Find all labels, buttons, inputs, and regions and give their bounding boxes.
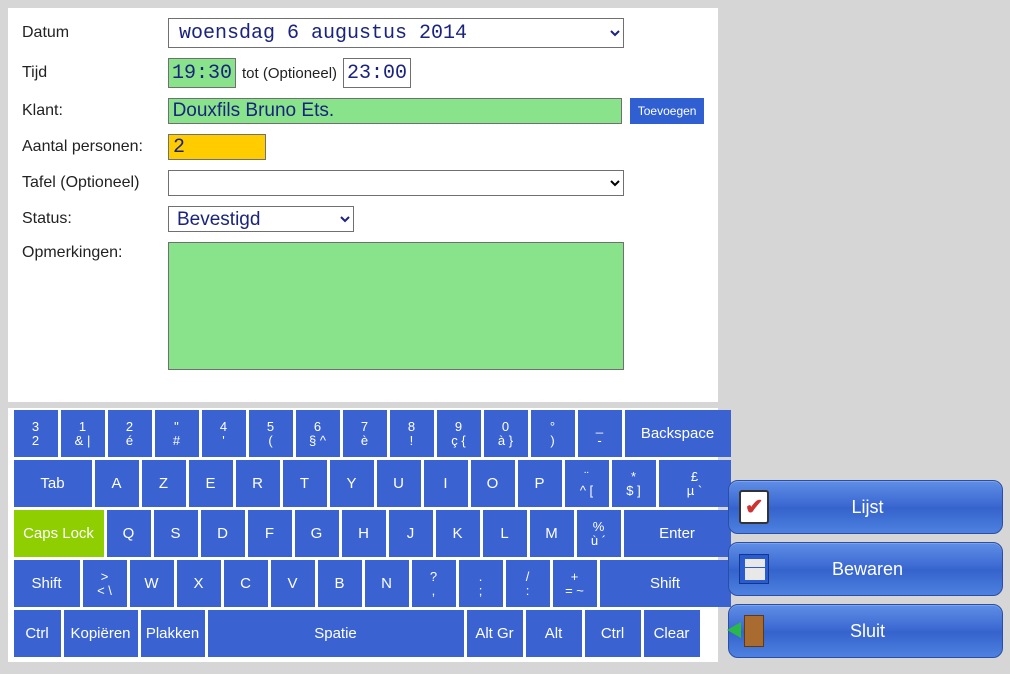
key-e[interactable]: E: [189, 460, 233, 507]
datum-select[interactable]: woensdag 6 augustus 2014: [168, 18, 624, 48]
key-capslock[interactable]: Caps Lock: [14, 510, 104, 557]
key-enter[interactable]: Enter: [624, 510, 731, 557]
key-n[interactable]: N: [365, 560, 409, 607]
key-[interactable]: ° ): [531, 410, 575, 457]
key-g[interactable]: G: [295, 510, 339, 557]
sluit-label: Sluit: [773, 621, 1002, 642]
key-z[interactable]: Z: [142, 460, 186, 507]
key-c[interactable]: C: [224, 560, 268, 607]
key-alt[interactable]: Alt: [526, 610, 582, 657]
tijd-to-input[interactable]: [343, 58, 411, 88]
key-f[interactable]: F: [248, 510, 292, 557]
personen-input[interactable]: [168, 134, 266, 160]
key-plakken[interactable]: Plakken: [141, 610, 205, 657]
key-altgr[interactable]: Alt Gr: [467, 610, 523, 657]
save-icon: [735, 550, 773, 588]
key-backspace[interactable]: Backspace: [625, 410, 731, 457]
key-v[interactable]: V: [271, 560, 315, 607]
key-r[interactable]: R: [236, 460, 280, 507]
bewaren-button[interactable]: Bewaren: [728, 542, 1003, 596]
tijd-hint: tot (Optioneel): [242, 65, 337, 82]
key-[interactable]: * $ ]: [612, 460, 656, 507]
key-j[interactable]: J: [389, 510, 433, 557]
key-[interactable]: £ µ `: [659, 460, 731, 507]
list-icon: [735, 488, 773, 526]
key-m[interactable]: M: [530, 510, 574, 557]
key-0[interactable]: 0 à }: [484, 410, 528, 457]
label-status: Status:: [22, 210, 168, 228]
key-t[interactable]: T: [283, 460, 327, 507]
door-exit-icon: [735, 612, 773, 650]
klant-input[interactable]: [168, 98, 623, 124]
key-[interactable]: ¨ ^ [: [565, 460, 609, 507]
status-select[interactable]: Bevestigd: [168, 206, 354, 232]
key-w[interactable]: W: [130, 560, 174, 607]
key-8[interactable]: 8 !: [390, 410, 434, 457]
key-clear[interactable]: Clear: [644, 610, 700, 657]
key-[interactable]: > < \: [83, 560, 127, 607]
key-a[interactable]: A: [95, 460, 139, 507]
key-l[interactable]: L: [483, 510, 527, 557]
tijd-from-input[interactable]: [168, 58, 236, 88]
reservation-form: Datum woensdag 6 augustus 2014 Tijd tot …: [8, 8, 718, 402]
key-[interactable]: ? ,: [412, 560, 456, 607]
key-[interactable]: " #: [155, 410, 199, 457]
row-tafel: Tafel (Optioneel): [22, 170, 704, 196]
key-ctrl[interactable]: Ctrl: [585, 610, 641, 657]
key-u[interactable]: U: [377, 460, 421, 507]
key-[interactable]: + = ~: [553, 560, 597, 607]
row-klant: Klant: Toevoegen: [22, 98, 704, 124]
onscreen-keyboard: 3 21 & |2 é" #4 '5 (6 § ^7 è8 !9 ç {0 à …: [8, 408, 718, 662]
key-y[interactable]: Y: [330, 460, 374, 507]
key-32[interactable]: 3 2: [14, 410, 58, 457]
key-4[interactable]: 4 ': [202, 410, 246, 457]
label-tijd: Tijd: [22, 64, 168, 82]
label-datum: Datum: [22, 24, 168, 42]
opmerkingen-textarea[interactable]: [168, 242, 624, 370]
label-opmerkingen: Opmerkingen:: [22, 242, 168, 262]
bewaren-label: Bewaren: [773, 559, 1002, 580]
key-[interactable]: _ -: [578, 410, 622, 457]
key-s[interactable]: S: [154, 510, 198, 557]
key-p[interactable]: P: [518, 460, 562, 507]
label-personen: Aantal personen:: [22, 138, 168, 156]
key-[interactable]: % ù ´: [577, 510, 621, 557]
key-1[interactable]: 1 & |: [61, 410, 105, 457]
label-tafel: Tafel (Optioneel): [22, 174, 168, 192]
lijst-label: Lijst: [773, 497, 1002, 518]
key-tab[interactable]: Tab: [14, 460, 92, 507]
key-q[interactable]: Q: [107, 510, 151, 557]
key-ctrl[interactable]: Ctrl: [14, 610, 61, 657]
key-[interactable]: / :: [506, 560, 550, 607]
key-h[interactable]: H: [342, 510, 386, 557]
key-i[interactable]: I: [424, 460, 468, 507]
key-shift[interactable]: Shift: [14, 560, 80, 607]
key-spatie[interactable]: Spatie: [208, 610, 464, 657]
key-b[interactable]: B: [318, 560, 362, 607]
key-[interactable]: . ;: [459, 560, 503, 607]
key-o[interactable]: O: [471, 460, 515, 507]
key-d[interactable]: D: [201, 510, 245, 557]
sluit-button[interactable]: Sluit: [728, 604, 1003, 658]
row-status: Status: Bevestigd: [22, 206, 704, 232]
toevoegen-button[interactable]: Toevoegen: [630, 98, 704, 124]
key-7[interactable]: 7 è: [343, 410, 387, 457]
key-k[interactable]: K: [436, 510, 480, 557]
key-2[interactable]: 2 é: [108, 410, 152, 457]
key-9[interactable]: 9 ç {: [437, 410, 481, 457]
row-opmerkingen: Opmerkingen:: [22, 242, 704, 370]
key-kopiren[interactable]: Kopiëren: [64, 610, 138, 657]
key-shift[interactable]: Shift: [600, 560, 731, 607]
key-5[interactable]: 5 (: [249, 410, 293, 457]
label-klant: Klant:: [22, 102, 168, 120]
key-x[interactable]: X: [177, 560, 221, 607]
lijst-button[interactable]: Lijst: [728, 480, 1003, 534]
row-tijd: Tijd tot (Optioneel): [22, 58, 704, 88]
key-6[interactable]: 6 § ^: [296, 410, 340, 457]
row-personen: Aantal personen:: [22, 134, 704, 160]
row-datum: Datum woensdag 6 augustus 2014: [22, 18, 704, 48]
tafel-select[interactable]: [168, 170, 624, 196]
